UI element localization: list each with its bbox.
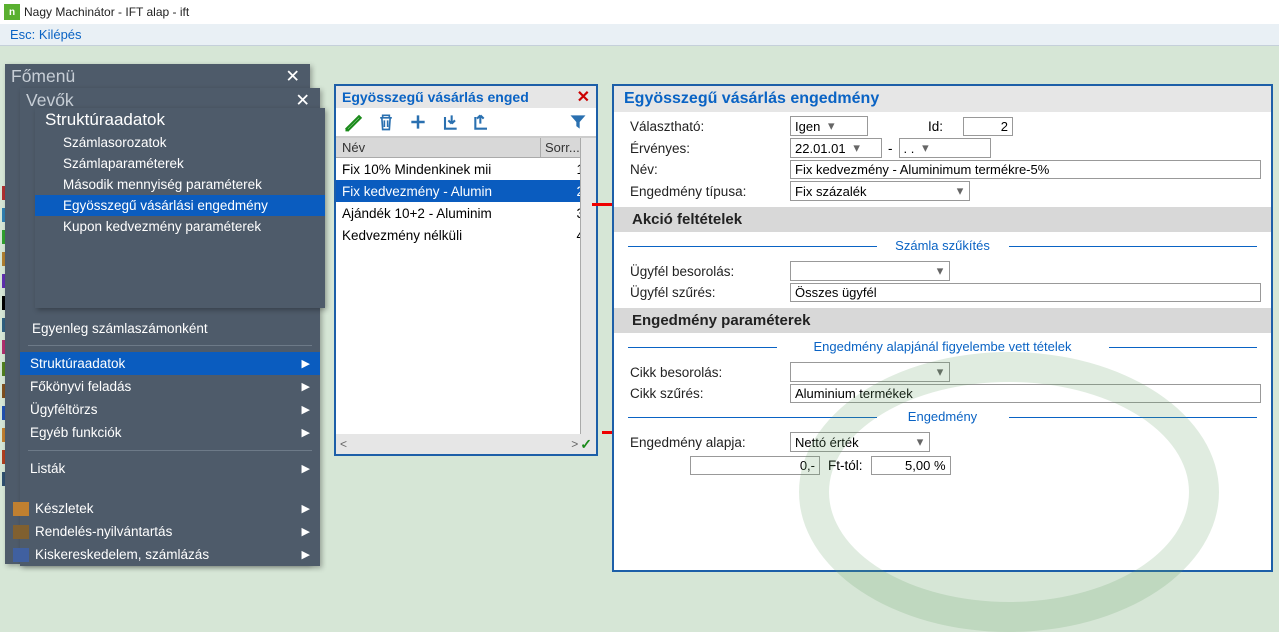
ervenyes-from-field[interactable]: 22.01.01 ▾ [790,138,882,158]
fieldset-engedmeny-alap-tetelek: Engedmény alapjánál figyelembe vett téte… [614,339,1271,354]
tier-from-field[interactable]: 0,- [690,456,820,475]
col-header-name[interactable]: Név [336,138,541,157]
chevron-right-icon: ▶ [302,380,310,393]
nav-bottom-keszletek[interactable]: Készletek ▶ [5,497,320,520]
chevron-right-icon: ▶ [302,502,310,515]
list-panel: Egyösszegű vásárlás enged ✕ Név Sorr... … [334,84,598,456]
export-icon[interactable] [472,112,492,132]
chevron-right-icon: ▶ [302,426,310,439]
ft-tol-label: Ft-tól: [820,458,871,473]
grid-body: Fix 10% Mindenkinek mii 1 Fix kedvezmény… [336,158,596,246]
separator [28,450,312,451]
panel-title: Struktúraadatok [35,108,325,132]
chevron-down-icon: ▾ [850,140,864,156]
check-icon[interactable]: ✓ [580,436,592,453]
nev-field[interactable]: Fix kedvezmény - Aluminimum termékre-5% [790,160,1261,179]
esc-bar[interactable]: Esc: Kilépés [0,24,1279,46]
fieldset-szamla-szukites: Számla szűkítés [614,238,1271,253]
chevron-right-icon: ▶ [302,357,310,370]
nav-item-szamlaparameterek[interactable]: Számlaparaméterek [35,153,325,174]
close-icon[interactable]: ✕ [577,87,590,107]
ugyfel-szures-label: Ügyfél szűrés: [630,285,790,300]
section-engedmeny-parameterek: Engedmény paraméterek [614,308,1271,333]
list-toolbar [336,108,596,138]
chevron-down-icon: ▾ [953,183,967,199]
edit-icon[interactable] [344,112,364,132]
folder-icon [13,548,29,562]
nav-cat-ugyfeltorzs[interactable]: Ügyféltörzs ▶ [20,398,320,421]
nav-cat-listak[interactable]: Listák ▶ [20,457,320,480]
section-akcio-feltetelek: Akció feltételek [614,207,1271,232]
date-sep: - [882,141,899,156]
nav-item-kupon-kedvezmeny[interactable]: Kupon kedvezmény paraméterek [35,216,325,237]
separator [28,345,312,346]
chevron-right-icon: ▶ [302,462,310,475]
nav-item-szamlasorozatok[interactable]: Számlasorozatok [35,132,325,153]
detail-panel: Egyösszegű vásárlás engedmény Választhat… [612,84,1273,572]
chevron-down-icon: ▾ [913,434,927,450]
table-row[interactable]: Kedvezmény nélküli 4 [336,224,596,246]
trash-icon[interactable] [376,112,396,132]
table-row[interactable]: Fix 10% Mindenkinek mii 1 [336,158,596,180]
window-titlebar: n Nagy Machinátor - IFT alap - ift [0,0,1279,24]
ugyfel-szures-field[interactable]: Összes ügyfél [790,283,1261,302]
chevron-down-icon: ▾ [918,140,932,156]
chevron-right-icon: ▶ [302,548,310,561]
cikk-szures-field[interactable]: Aluminium termékek [790,384,1261,403]
ugyfel-besorolas-label: Ügyfél besorolás: [630,264,790,279]
chevron-down-icon: ▾ [933,364,947,380]
ugyfel-besorolas-select[interactable]: ▾ [790,261,950,281]
engtipusa-label: Engedmény típusa: [630,184,790,199]
engtipusa-select[interactable]: Fix százalék ▾ [790,181,970,201]
ervenyes-to-field[interactable]: . . ▾ [899,138,991,158]
engedmeny-alapja-label: Engedmény alapja: [630,435,790,450]
list-footer: < > ✓ [336,434,596,454]
valaszthato-label: Választható: [630,119,790,134]
nav-bottom-kisker[interactable]: Kiskereskedelem, számlázás ▶ [5,543,320,566]
id-field[interactable]: 2 [963,117,1013,136]
detail-title: Egyösszegű vásárlás engedmény [614,86,1271,112]
scroll-left-icon[interactable]: < [340,437,347,451]
import-icon[interactable] [440,112,460,132]
nav-cat-strukturaadatok[interactable]: Struktúraadatok ▶ [20,352,320,375]
chevron-down-icon: ▾ [824,118,838,134]
filter-icon[interactable] [568,112,588,132]
cikk-besorolas-select[interactable]: ▾ [790,362,950,382]
nav-item-egyenleg[interactable]: Egyenleg számlaszámonként [20,318,320,339]
ervenyes-label: Érvényes: [630,141,790,156]
nav-cat-egyeb[interactable]: Egyéb funkciók ▶ [20,421,320,444]
esc-label: Esc: Kilépés [10,27,82,42]
table-row[interactable]: Ajándék 10+2 - Aluminim 3 [336,202,596,224]
panel-title: Főmenü [11,66,75,87]
scroll-right-icon[interactable]: > [571,437,578,451]
fieldset-engedmeny: Engedmény [614,409,1271,424]
chevron-right-icon: ▶ [302,403,310,416]
list-title: Egyösszegű vásárlás enged [342,89,529,105]
cikk-besorolas-label: Cikk besorolás: [630,365,790,380]
panel-struktura: Struktúraadatok Számlasorozatok Számlapa… [35,108,325,308]
window-title: Nagy Machinátor - IFT alap - ift [24,5,189,19]
close-icon[interactable]: ✕ [281,66,304,87]
tier-percent-field[interactable]: 5,00 % [871,456,951,475]
cikk-szures-label: Cikk szűrés: [630,386,790,401]
grid-header: Név Sorr... [336,138,596,158]
engedmeny-alapja-select[interactable]: Nettó érték ▾ [790,432,930,452]
id-label: Id: [928,119,943,134]
chevron-down-icon: ▾ [933,263,947,279]
app-icon: n [4,4,20,20]
folder-icon [13,502,29,516]
table-row[interactable]: Fix kedvezmény - Alumin 2 [336,180,596,202]
nav-item-masodik-mennyiseg[interactable]: Második mennyiség paraméterek [35,174,325,195]
nev-label: Név: [630,162,790,177]
vertical-scrollbar[interactable] [580,138,596,434]
nav-cat-fokonyvi[interactable]: Főkönyvi feladás ▶ [20,375,320,398]
plus-icon[interactable] [408,112,428,132]
nav-item-egyosszegu-engedmeny[interactable]: Egyösszegű vásárlási engedmény [35,195,325,216]
valaszthato-select[interactable]: Igen ▾ [790,116,868,136]
